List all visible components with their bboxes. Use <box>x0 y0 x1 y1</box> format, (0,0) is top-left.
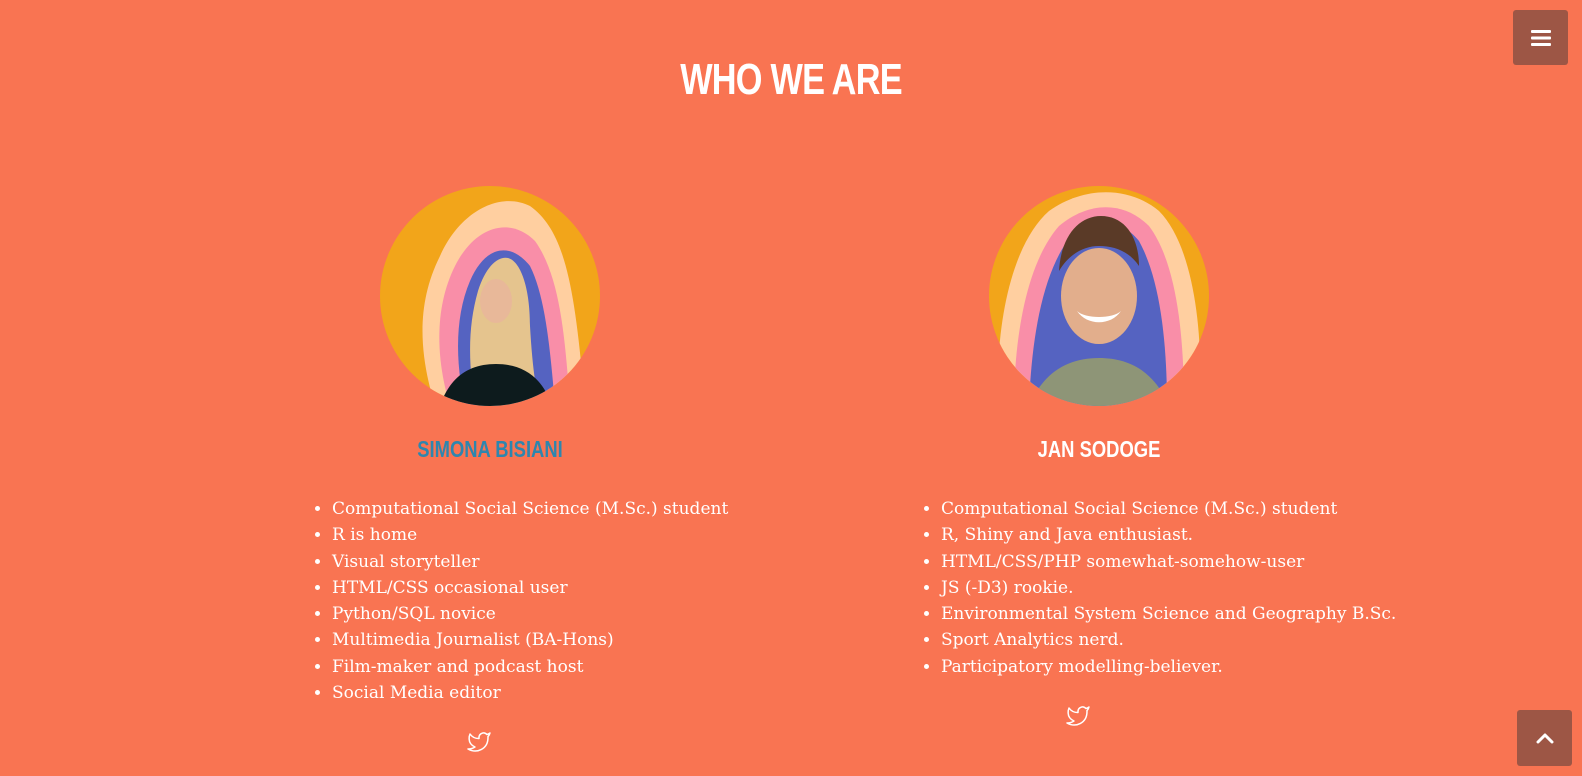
member-card-jan: JAN SODOGE Computational Social Science … <box>941 186 1396 726</box>
member-facts-list: Computational Social Science (M.Sc.) stu… <box>312 496 728 706</box>
menu-button[interactable] <box>1513 10 1568 65</box>
list-item: HTML/CSS/PHP somewhat-somehow-user <box>941 549 1396 575</box>
list-item: Film-maker and podcast host <box>332 654 728 680</box>
twitter-link[interactable] <box>1065 704 1091 728</box>
list-item: Python/SQL novice <box>332 601 728 627</box>
list-item: JS (-D3) rookie. <box>941 575 1396 601</box>
member-name: JAN SODOGE <box>1037 436 1161 462</box>
list-item: Multimedia Journalist (BA-Hons) <box>332 627 728 653</box>
avatar <box>989 186 1209 406</box>
member-card-simona: SIMONA BISIANI Computational Social Scie… <box>332 186 728 752</box>
scroll-to-top-button[interactable] <box>1517 710 1572 766</box>
list-item: Environmental System Science and Geograp… <box>941 601 1396 627</box>
twitter-icon <box>1066 706 1090 726</box>
hamburger-menu-icon <box>1530 29 1551 46</box>
chevron-up-icon <box>1536 733 1553 744</box>
member-name: SIMONA BISIANI <box>417 436 563 462</box>
member-facts-list: Computational Social Science (M.Sc.) stu… <box>921 496 1396 680</box>
list-item: Social Media editor <box>332 680 728 706</box>
list-item: Sport Analytics nerd. <box>941 627 1396 653</box>
twitter-icon <box>467 732 491 752</box>
list-item: Computational Social Science (M.Sc.) stu… <box>332 496 728 522</box>
list-item: Computational Social Science (M.Sc.) stu… <box>941 496 1396 522</box>
list-item: R is home <box>332 522 728 548</box>
list-item: HTML/CSS occasional user <box>332 575 728 601</box>
twitter-link[interactable] <box>466 730 492 754</box>
list-item: Participatory modelling-believer. <box>941 654 1396 680</box>
list-item: R, Shiny and Java enthusiast. <box>941 522 1396 548</box>
list-item: Visual storyteller <box>332 549 728 575</box>
page-title: WHO WE ARE <box>680 55 902 104</box>
avatar <box>380 186 600 406</box>
